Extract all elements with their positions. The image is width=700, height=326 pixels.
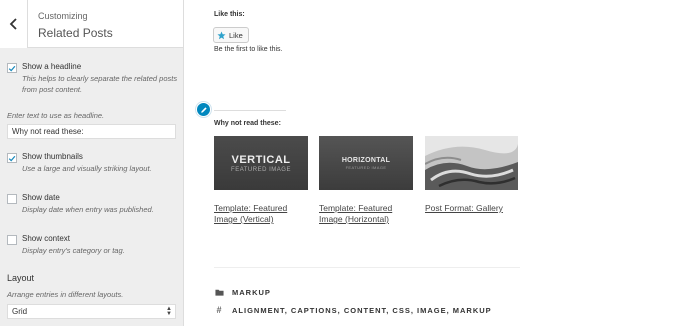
show-date-description: Display date when entry was published.	[22, 205, 154, 214]
category-link[interactable]: MARKUP	[232, 288, 271, 297]
related-post-thumbnail-gallery[interactable]	[425, 136, 518, 190]
show-headline-label[interactable]: Show a headline	[22, 62, 81, 71]
entry-tags: # ALIGNMENT, CAPTIONS, CONTENT, CSS, IMA…	[214, 305, 492, 315]
like-heading: Like this:	[214, 11, 245, 18]
folder-icon	[214, 287, 224, 297]
like-button-label: Like	[229, 30, 243, 40]
show-thumbnails-label[interactable]: Show thumbnails	[22, 152, 83, 161]
customizing-breadcrumb: Customizing	[38, 11, 88, 21]
select-arrows-icon: ▲ ▼	[166, 306, 172, 317]
show-thumbnails-description: Use a large and visually striking layout…	[22, 164, 152, 173]
like-note: Be the first to like this.	[214, 46, 283, 53]
show-headline-checkbox[interactable]	[7, 63, 17, 73]
back-button[interactable]	[0, 0, 28, 48]
star-icon	[217, 31, 226, 39]
show-thumbnails-checkbox[interactable]	[7, 153, 17, 163]
entry-meta-divider	[214, 267, 520, 268]
checkmark-icon	[8, 155, 16, 162]
like-button[interactable]: Like	[213, 27, 249, 43]
thumbnail-title: VERTICAL	[231, 153, 291, 166]
headline-input-description: Enter text to use as headline.	[7, 111, 105, 120]
entry-categories: MARKUP	[214, 287, 271, 297]
checkmark-icon	[8, 65, 16, 72]
show-context-label[interactable]: Show context	[22, 234, 70, 243]
related-posts-headline: Why not read these:	[214, 120, 281, 127]
show-date-label[interactable]: Show date	[22, 193, 60, 202]
customizer-sidebar: Customizing Related Posts Show a headlin…	[0, 0, 184, 326]
chevron-left-icon	[9, 18, 17, 30]
show-headline-description: This helps to clearly separate the relat…	[22, 74, 178, 94]
site-preview: Like this: Like Be the first to like thi…	[185, 0, 700, 326]
gallery-photo	[425, 136, 518, 190]
thumbnail-title: HORIZONTAL	[341, 156, 391, 164]
related-posts-divider	[214, 110, 286, 111]
show-date-checkbox[interactable]	[7, 194, 17, 204]
tag-links[interactable]: ALIGNMENT, CAPTIONS, CONTENT, CSS, IMAGE…	[232, 306, 492, 315]
thumbnail-subtitle: FEATURED IMAGE	[231, 166, 291, 173]
layout-select[interactable]: Grid ▲ ▼	[7, 304, 176, 319]
edit-shortcut-button[interactable]	[196, 102, 211, 117]
related-post-thumbnail-horizontal[interactable]: HORIZONTAL FEATURED IMAGE	[319, 136, 413, 190]
sidebar-header: Customizing Related Posts	[0, 0, 183, 48]
show-context-checkbox[interactable]	[7, 235, 17, 245]
headline-text-input[interactable]	[7, 124, 176, 139]
related-post-link-gallery[interactable]: Post Format: Gallery	[425, 203, 515, 214]
show-context-description: Display entry's category or tag.	[22, 246, 125, 255]
related-post-link-horizontal[interactable]: Template: Featured Image (Horizontal)	[319, 203, 409, 225]
hash-icon: #	[216, 305, 222, 315]
thumbnail-subtitle: FEATURED IMAGE	[345, 164, 387, 170]
layout-description: Arrange entries in different layouts.	[7, 290, 124, 299]
related-post-thumbnail-vertical[interactable]: VERTICAL FEATURED IMAGE	[214, 136, 308, 190]
panel-title: Related Posts	[38, 26, 113, 40]
layout-section-title: Layout	[7, 273, 35, 283]
layout-select-value: Grid	[12, 307, 28, 316]
pencil-icon	[200, 106, 207, 113]
related-post-link-vertical[interactable]: Template: Featured Image (Vertical)	[214, 203, 304, 225]
